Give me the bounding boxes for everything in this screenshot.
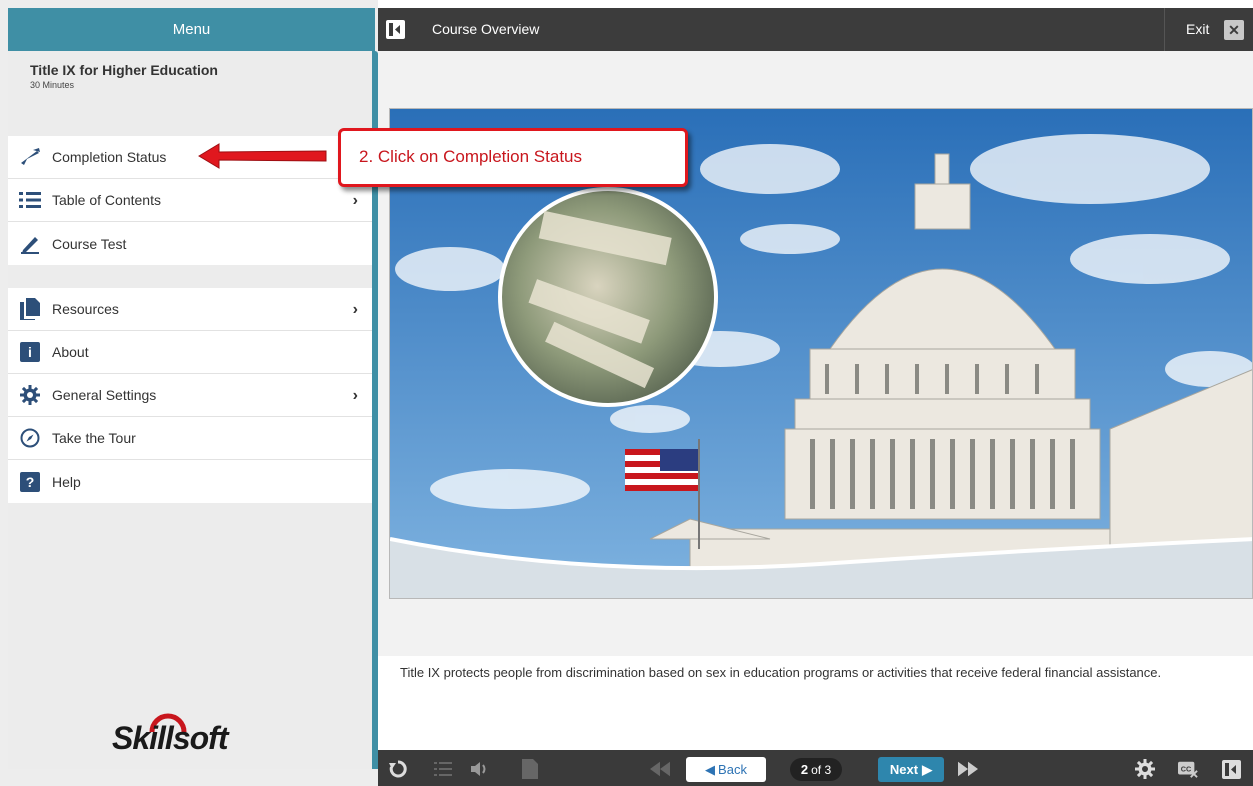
chevron-right-icon: › [352,387,358,404]
collapse-menu-icon[interactable] [386,20,405,39]
chevron-left-icon: ◀ [705,761,716,777]
notes-document-icon[interactable] [520,759,540,779]
callout-text: 2. Click on Completion Status [359,147,582,166]
documents-icon [18,297,42,321]
menu-header: Menu [8,8,375,51]
info-icon: i [18,340,42,364]
graduation-cap-icon [18,145,42,169]
chevron-right-icon: › [352,301,358,318]
next-button[interactable]: Next ▶ [878,757,944,782]
menu-item-label: Completion Status [52,149,167,165]
menu-item-course-test[interactable]: Course Test [8,222,372,265]
menu-group-support: Resources › i About General Settings › T… [8,288,372,503]
sidebar: Menu Title IX for Higher Education 30 Mi… [0,0,378,786]
audio-icon[interactable] [471,759,491,779]
menu-item-resources[interactable]: Resources › [8,288,372,331]
settings-gear-icon[interactable] [1135,759,1155,779]
slide-caption: Title IX protects people from discrimina… [400,665,1162,680]
list-icon [18,188,42,212]
next-label: Next [889,762,919,777]
chevron-right-icon: ▶ [922,761,933,777]
back-button[interactable]: ◀ Back [686,757,766,782]
page-indicator: 2 of 3 [790,758,842,781]
course-duration: 30 Minutes [30,80,75,90]
transcript-list-icon[interactable] [433,759,453,779]
fast-forward-icon[interactable] [958,759,978,779]
bottom-bar: ◀ Back 2 of 3 Next ▶ CC [378,750,1253,786]
menu-item-take-the-tour[interactable]: Take the Tour [8,417,372,460]
tutorial-callout: 2. Click on Completion Status [338,128,688,187]
menu-item-label: Resources [52,301,119,317]
menu-item-general-settings[interactable]: General Settings › [8,374,372,417]
menu-item-label: Take the Tour [52,430,136,446]
close-icon[interactable]: ✕ [1224,20,1244,40]
page-total: of 3 [811,762,832,777]
gear-icon [18,383,42,407]
menu-item-label: Help [52,473,81,490]
page-title: Course Overview [432,21,540,37]
compass-icon [18,426,42,450]
rewind-icon[interactable] [650,759,670,779]
menu-item-label: Table of Contents [52,192,161,208]
chevron-right-icon: › [352,192,358,209]
callout-arrow-icon [198,143,327,169]
pencil-icon [18,232,42,256]
collapse-panel-icon[interactable] [1221,759,1241,779]
menu-item-about[interactable]: i About [8,331,372,374]
menu-item-table-of-contents[interactable]: Table of Contents › [8,179,372,222]
question-icon: ? [18,470,42,494]
menu-item-label: About [52,344,89,360]
replay-icon[interactable] [388,759,408,779]
course-title: Title IX for Higher Education [30,62,218,78]
divider [1164,8,1165,51]
menu-item-label: General Settings [52,387,157,403]
exit-button[interactable]: Exit [1186,21,1209,37]
menu-item-label: Course Test [52,235,127,252]
page-current: 2 [800,762,809,777]
svg-text:CC: CC [1181,765,1192,774]
skillsoft-logo: Skillsoft [112,720,228,756]
closed-captions-icon[interactable]: CC [1178,759,1198,779]
back-label: Back [718,762,747,777]
top-bar: Course Overview Exit ✕ [378,8,1253,51]
menu-item-help[interactable]: ? Help [8,460,372,503]
